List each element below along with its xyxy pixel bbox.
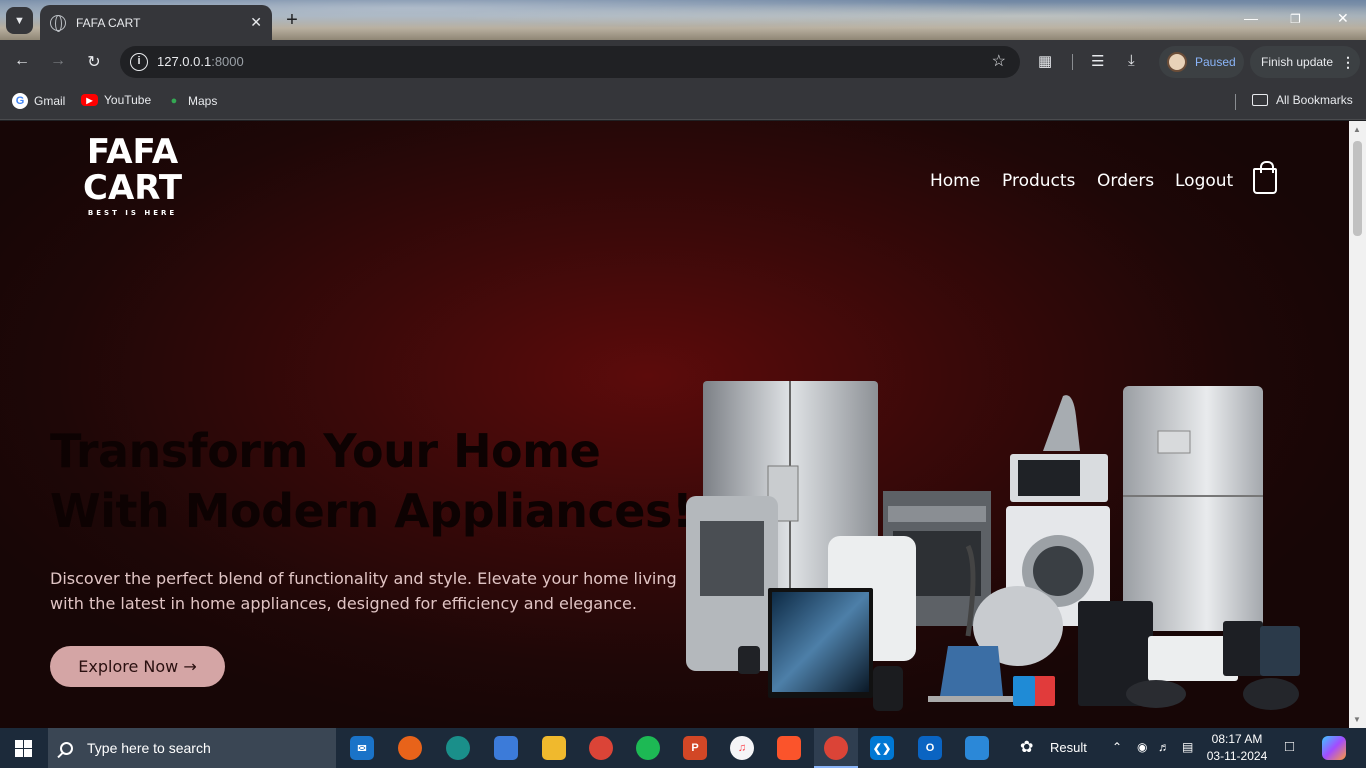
bookmark-youtube[interactable]: ▶ YouTube [81,93,151,107]
media-control-icon[interactable]: ☰ [1091,52,1104,70]
gmail-icon: G [12,93,28,109]
tab-search-button[interactable]: ▼ [6,7,33,34]
bookmarks-separator [1235,94,1236,110]
toolbar-separator [1072,54,1073,70]
tab-title: FAFA CART [76,15,141,30]
address-bar[interactable]: i 127.0.0.1:8000 ☆ [120,46,1020,78]
photos-icon[interactable] [965,736,989,760]
system-clock[interactable]: 08:17 AM 03-11-2024 [1204,731,1270,765]
itunes-icon[interactable]: ♫ [730,736,754,760]
powerpoint-icon[interactable]: P [683,736,707,760]
weather-icon[interactable]: ✿ [1020,737,1033,757]
folder-icon [1252,94,1268,106]
explore-now-button[interactable]: Explore Now → [50,646,225,687]
nav-orders[interactable]: Orders [1097,171,1154,191]
reload-icon[interactable]: ↻ [84,52,104,72]
back-icon[interactable]: ← [12,52,32,70]
notifications-icon[interactable]: □ [1285,738,1294,755]
taskbar-search[interactable]: Type here to search [48,728,336,768]
outlook-icon[interactable]: O [918,736,942,760]
tray-chevron-up-icon[interactable]: ⌃ [1112,740,1122,754]
minimize-icon[interactable]: — [1244,10,1258,26]
chrome-profile-icon[interactable] [824,736,848,760]
network-icon[interactable]: ▤ [1182,740,1193,754]
browser-toolbar: ← → ↻ i 127.0.0.1:8000 ☆ ▦ ☰ ⤓ Paused Fi… [0,40,1366,84]
nav-logout[interactable]: Logout [1175,171,1233,191]
file-explorer-icon[interactable] [542,736,566,760]
nav-home[interactable]: Home [930,171,980,191]
chrome-icon[interactable] [589,736,613,760]
firefox-icon[interactable] [398,736,422,760]
page-scrollbar[interactable]: ▲ ▼ [1349,121,1366,728]
more-menu-icon: ⋮ [1341,53,1356,70]
finish-update-label: Finish update [1261,55,1334,69]
brave-icon[interactable] [777,736,801,760]
shopping-bag-icon[interactable] [1253,161,1277,194]
site-info-icon[interactable]: i [130,53,148,71]
scrollbar-thumb[interactable] [1353,141,1362,236]
profile-button[interactable]: Paused [1159,46,1244,78]
windows-taskbar: Type here to search ✉ P ♫ ❮❯ O ✿ Result … [0,728,1366,768]
site-logo[interactable]: FAFA CART BEST IS HERE [83,134,182,217]
edge-icon[interactable] [446,736,470,760]
bookmark-star-icon[interactable]: ☆ [992,51,1006,71]
nav-products[interactable]: Products [1002,171,1075,191]
microsoft-store-icon[interactable] [494,736,518,760]
restore-icon[interactable]: ❐ [1290,12,1301,26]
hero-title: Transform Your Home With Modern Applianc… [50,424,693,538]
copilot-icon[interactable] [1322,736,1346,760]
avatar [1167,52,1187,72]
camera-icon[interactable]: ◉ [1137,740,1147,754]
profile-status: Paused [1195,55,1236,69]
hero-description: Discover the perfect blend of functional… [50,569,677,613]
windows-start-icon[interactable] [15,740,32,757]
maps-icon: ● [170,95,178,107]
mail-app-icon[interactable]: ✉ [350,736,374,760]
chevron-down-icon: ▼ [14,14,25,27]
bookmark-gmail[interactable]: G Gmail [12,93,65,109]
taskbar-search-placeholder: Type here to search [87,740,211,756]
youtube-icon: ▶ [81,94,98,106]
browser-tab[interactable]: FAFA CART ✕ [40,5,272,40]
download-icon[interactable]: ⤓ [1128,52,1135,69]
extensions-icon[interactable]: ▦ [1038,52,1052,70]
all-bookmarks-button[interactable]: All Bookmarks [1252,93,1353,107]
page-viewport: FAFA CART BEST IS HERE Home Products Ord… [0,121,1349,728]
volume-icon[interactable]: ♬ [1158,740,1170,754]
new-tab-button[interactable]: + [282,9,302,32]
forward-icon[interactable]: → [48,52,68,70]
vscode-icon[interactable]: ❮❯ [870,736,894,760]
scroll-down-icon[interactable]: ▼ [1353,715,1361,724]
appliances-image [686,381,1300,711]
close-window-icon[interactable]: ✕ [1337,10,1349,27]
search-icon [60,741,73,755]
globe-icon [50,14,66,32]
bookmarks-bar: G Gmail ▶ YouTube ● Maps All Bookmarks [0,84,1366,120]
url-text[interactable]: 127.0.0.1:8000 [157,54,244,69]
bookmark-maps[interactable]: ● Maps [166,93,218,109]
close-tab-icon[interactable]: ✕ [250,14,262,31]
scroll-up-icon[interactable]: ▲ [1353,125,1361,134]
finish-update-button[interactable]: Finish update ⋮ [1250,46,1360,78]
weather-label[interactable]: Result [1050,740,1087,755]
spotify-icon[interactable] [636,736,660,760]
